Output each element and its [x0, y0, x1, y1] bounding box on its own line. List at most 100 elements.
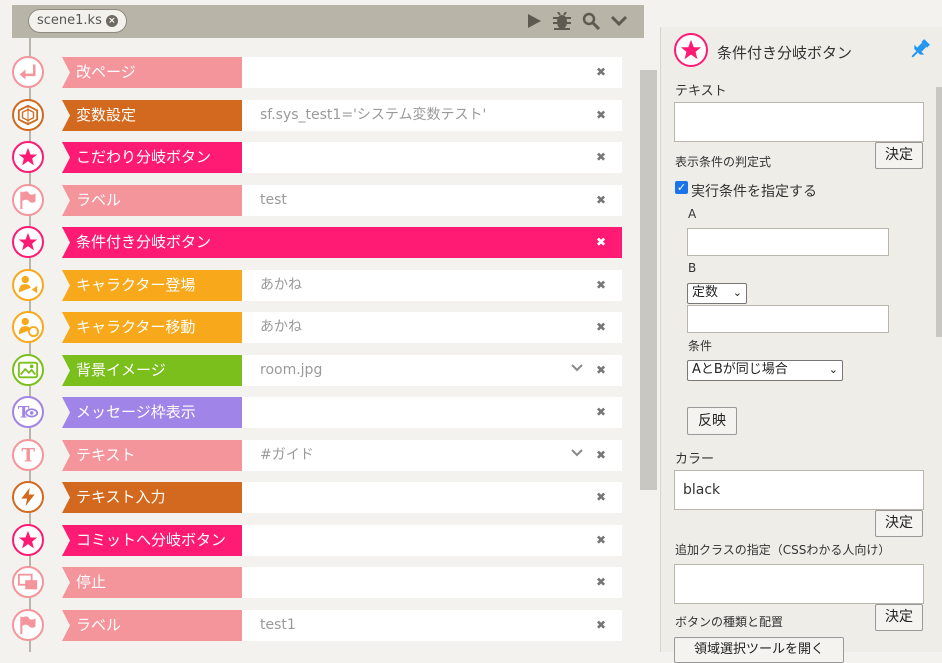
command-value[interactable]: #ガイド [242, 440, 622, 471]
command-row[interactable]: 変数設定 sf.sys_test1='システム変数テスト' ✖ [0, 99, 640, 131]
command-value[interactable]: あかね [242, 270, 622, 301]
command-row[interactable]: 改ページ ✖ [0, 56, 640, 88]
reflect-button[interactable]: 反映 [687, 407, 737, 435]
delete-icon[interactable]: ✖ [594, 235, 608, 249]
search-icon[interactable] [582, 12, 600, 30]
region-select-button[interactable]: 領域選択ツールを開く [674, 637, 844, 663]
command-row[interactable]: T メッセージ枠表示 ✖ [0, 396, 640, 428]
command-label[interactable]: テキスト入力 [62, 482, 242, 513]
condition-checkbox-label: 実行条件を指定する [691, 184, 817, 200]
chevron-down-icon[interactable] [570, 448, 584, 462]
command-label[interactable]: メッセージ枠表示 [62, 397, 242, 428]
background-image-icon [12, 354, 44, 386]
command-value[interactable]: あかね [242, 312, 622, 343]
svg-text:T: T [21, 446, 35, 465]
command-row[interactable]: T テキスト #ガイド ✖ [0, 439, 640, 471]
command-value[interactable] [242, 525, 622, 556]
editor-scrollbar[interactable] [640, 70, 657, 490]
condition-label: 表示条件の判定式 [675, 155, 772, 169]
command-row[interactable]: 背景イメージ room.jpg ✖ [0, 354, 640, 386]
command-value[interactable] [242, 397, 622, 428]
command-value[interactable] [242, 142, 622, 173]
lightning-icon [12, 481, 44, 513]
b-input[interactable] [687, 305, 889, 333]
command-row[interactable]: コミットへ分岐ボタン ✖ [0, 524, 640, 556]
bug-icon[interactable] [552, 12, 572, 30]
text-icon: T [12, 439, 44, 471]
delete-icon[interactable]: ✖ [594, 575, 608, 589]
star-icon [12, 141, 44, 173]
command-label[interactable]: こだわり分岐ボタン [62, 142, 242, 173]
delete-icon[interactable]: ✖ [594, 150, 608, 164]
command-label[interactable]: キャラクター移動 [62, 312, 242, 343]
command-row[interactable]: 条件付き分岐ボタン ✖ [0, 226, 640, 258]
command-row[interactable]: ラベル test ✖ [0, 184, 640, 216]
command-label[interactable]: コミットへ分岐ボタン [62, 525, 242, 556]
a-label: A [688, 207, 697, 221]
a-input[interactable] [687, 228, 889, 256]
delete-icon[interactable]: ✖ [594, 448, 608, 462]
class-label: 追加クラスの指定（CSSわかる人向け） [675, 543, 891, 557]
command-row[interactable]: 停止 ✖ [0, 566, 640, 598]
delete-icon[interactable]: ✖ [594, 320, 608, 334]
delete-icon[interactable]: ✖ [594, 278, 608, 292]
command-row[interactable]: キャラクター移動 あかね ✖ [0, 311, 640, 343]
command-value[interactable]: room.jpg [242, 355, 622, 386]
command-row[interactable]: ラベル test1 ✖ [0, 609, 640, 641]
command-value[interactable] [242, 227, 622, 258]
command-row[interactable]: こだわり分岐ボタン ✖ [0, 141, 640, 173]
panel-scrollbar[interactable] [936, 87, 942, 337]
cond-select[interactable]: AとBが同じ場合 ⌄ [687, 360, 843, 381]
character-enter-icon [12, 269, 44, 301]
panel-title: 条件付き分岐ボタン [717, 44, 853, 62]
command-row[interactable]: キャラクター登場 あかね ✖ [0, 269, 640, 301]
command-value[interactable] [242, 567, 622, 598]
variable-icon [12, 99, 44, 131]
file-tab[interactable]: scene1.ks × [28, 9, 127, 33]
text-decide-button[interactable]: 決定 [875, 142, 923, 169]
delete-icon[interactable]: ✖ [594, 405, 608, 419]
command-label[interactable]: ラベル [62, 185, 242, 216]
class-decide-button[interactable]: 決定 [875, 604, 923, 631]
delete-icon[interactable]: ✖ [594, 363, 608, 377]
command-label[interactable]: 停止 [62, 567, 242, 598]
delete-icon[interactable]: ✖ [594, 65, 608, 79]
class-input[interactable] [674, 564, 924, 604]
editor-toolbar: scene1.ks × [12, 5, 644, 38]
color-input[interactable]: black [674, 470, 924, 510]
command-value[interactable]: test [242, 185, 622, 216]
delete-icon[interactable]: ✖ [594, 618, 608, 632]
b-type-value: 定数 [692, 285, 719, 300]
page-break-icon [12, 56, 44, 88]
delete-icon[interactable]: ✖ [594, 108, 608, 122]
text-label: テキスト [675, 84, 727, 99]
command-label[interactable]: 変数設定 [62, 100, 242, 131]
command-value[interactable]: sf.sys_test1='システム変数テスト' [242, 100, 622, 131]
command-row[interactable]: テキスト入力 ✖ [0, 481, 640, 513]
b-type-select[interactable]: 定数 ⌄ [687, 283, 747, 304]
file-tab-label: scene1.ks [37, 13, 102, 28]
play-icon[interactable] [526, 13, 542, 29]
pin-icon[interactable] [908, 37, 932, 61]
delete-icon[interactable]: ✖ [594, 193, 608, 207]
chevron-down-icon[interactable] [570, 363, 584, 377]
close-tab-icon[interactable]: × [105, 15, 118, 27]
command-value[interactable]: test1 [242, 610, 622, 641]
chevron-down-icon[interactable] [610, 14, 628, 28]
condition-checkbox[interactable]: ✓ [675, 181, 688, 194]
command-label[interactable]: 改ページ [62, 57, 242, 88]
properties-panel-area: 条件付き分岐ボタン テキスト 決定 表示条件の判定式 ✓ 実行条件を指定する A… [660, 0, 942, 663]
character-move-icon [12, 311, 44, 343]
delete-icon[interactable]: ✖ [594, 490, 608, 504]
chevron-down-icon: ⌄ [732, 286, 742, 299]
delete-icon[interactable]: ✖ [594, 533, 608, 547]
command-value[interactable] [242, 482, 622, 513]
command-label[interactable]: 背景イメージ [62, 355, 242, 386]
color-decide-button[interactable]: 決定 [875, 510, 923, 537]
command-label[interactable]: ラベル [62, 610, 242, 641]
command-value[interactable] [242, 57, 622, 88]
command-label[interactable]: 条件付き分岐ボタン [62, 227, 242, 258]
text-input[interactable] [674, 102, 924, 142]
command-label[interactable]: キャラクター登場 [62, 270, 242, 301]
command-label[interactable]: テキスト [62, 440, 242, 471]
